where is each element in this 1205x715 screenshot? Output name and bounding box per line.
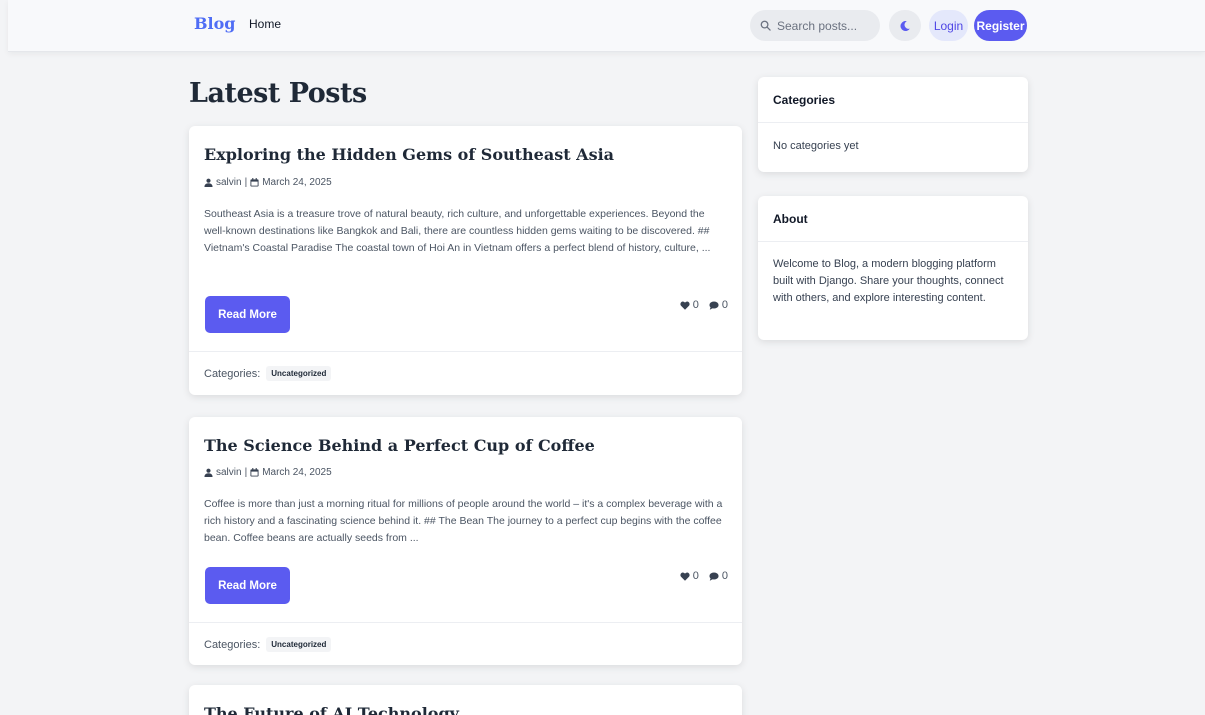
post-title[interactable]: Exploring the Hidden Gems of Southeast A… [204, 145, 614, 164]
post-card: The Science Behind a Perfect Cup of Coff… [189, 417, 742, 665]
search-box[interactable] [750, 10, 880, 41]
categories-heading: Categories [758, 77, 1028, 123]
post-title[interactable]: The Future of AI Technology [204, 704, 459, 715]
brand-logo[interactable]: Blog [194, 14, 235, 33]
moon-icon [900, 20, 910, 31]
category-badge[interactable]: Uncategorized [266, 366, 332, 381]
post-date: March 24, 2025 [262, 467, 332, 478]
categories-label: Categories: [204, 638, 261, 651]
user-icon [204, 178, 213, 187]
nav-link-home[interactable]: Home [249, 17, 281, 31]
category-badge[interactable]: Uncategorized [266, 637, 332, 652]
categories-widget: Categories No categories yet [758, 77, 1028, 172]
comment-icon [709, 301, 719, 310]
user-icon [204, 468, 213, 477]
like-counter[interactable]: 0 [680, 570, 699, 582]
heart-icon [680, 572, 690, 581]
post-author: salvin [216, 467, 242, 478]
read-more-button[interactable]: Read More [205, 296, 290, 333]
post-excerpt: Coffee is more than just a morning ritua… [204, 498, 723, 544]
post-footer: Categories: Uncategorized [189, 622, 742, 665]
theme-toggle-button[interactable] [889, 10, 921, 41]
search-icon [760, 20, 771, 31]
register-button[interactable]: Register [974, 10, 1027, 41]
comment-counter[interactable]: 0 [709, 299, 728, 311]
post-footer: Categories: Uncategorized [189, 351, 742, 395]
heart-icon [680, 301, 690, 310]
like-count: 0 [692, 570, 699, 582]
navbar: Blog Home Login Register [8, 0, 1205, 52]
post-excerpt: Southeast Asia is a treasure trove of na… [204, 208, 711, 254]
post-meta: salvin | March 24, 2025 [204, 467, 332, 478]
like-counter[interactable]: 0 [680, 299, 699, 311]
post-stats: 0 0 [680, 299, 728, 311]
categories-label: Categories: [204, 367, 261, 380]
read-more-button[interactable]: Read More [205, 567, 290, 604]
about-widget: About Welcome to Blog, a modern blogging… [758, 196, 1028, 340]
categories-empty-text: No categories yet [773, 140, 859, 152]
calendar-icon [250, 178, 259, 187]
meta-separator: | [244, 177, 248, 188]
post-card: Exploring the Hidden Gems of Southeast A… [189, 126, 742, 395]
post-author: salvin [216, 177, 242, 188]
like-count: 0 [692, 299, 699, 311]
comment-counter[interactable]: 0 [709, 570, 728, 582]
comment-count: 0 [721, 570, 728, 582]
post-title[interactable]: The Science Behind a Perfect Cup of Coff… [204, 436, 595, 455]
post-card: The Future of AI Technology [189, 685, 742, 715]
login-button[interactable]: Login [929, 10, 968, 41]
comment-icon [709, 572, 719, 581]
search-input[interactable] [777, 18, 872, 33]
calendar-icon [250, 468, 259, 477]
comment-count: 0 [721, 299, 728, 311]
post-stats: 0 0 [680, 570, 728, 582]
post-meta: salvin | March 24, 2025 [204, 177, 332, 188]
post-date: March 24, 2025 [262, 177, 332, 188]
page-title: Latest Posts [189, 78, 367, 109]
meta-separator: | [244, 467, 248, 478]
about-text: Welcome to Blog, a modern blogging platf… [773, 258, 1004, 304]
about-heading: About [758, 196, 1028, 242]
